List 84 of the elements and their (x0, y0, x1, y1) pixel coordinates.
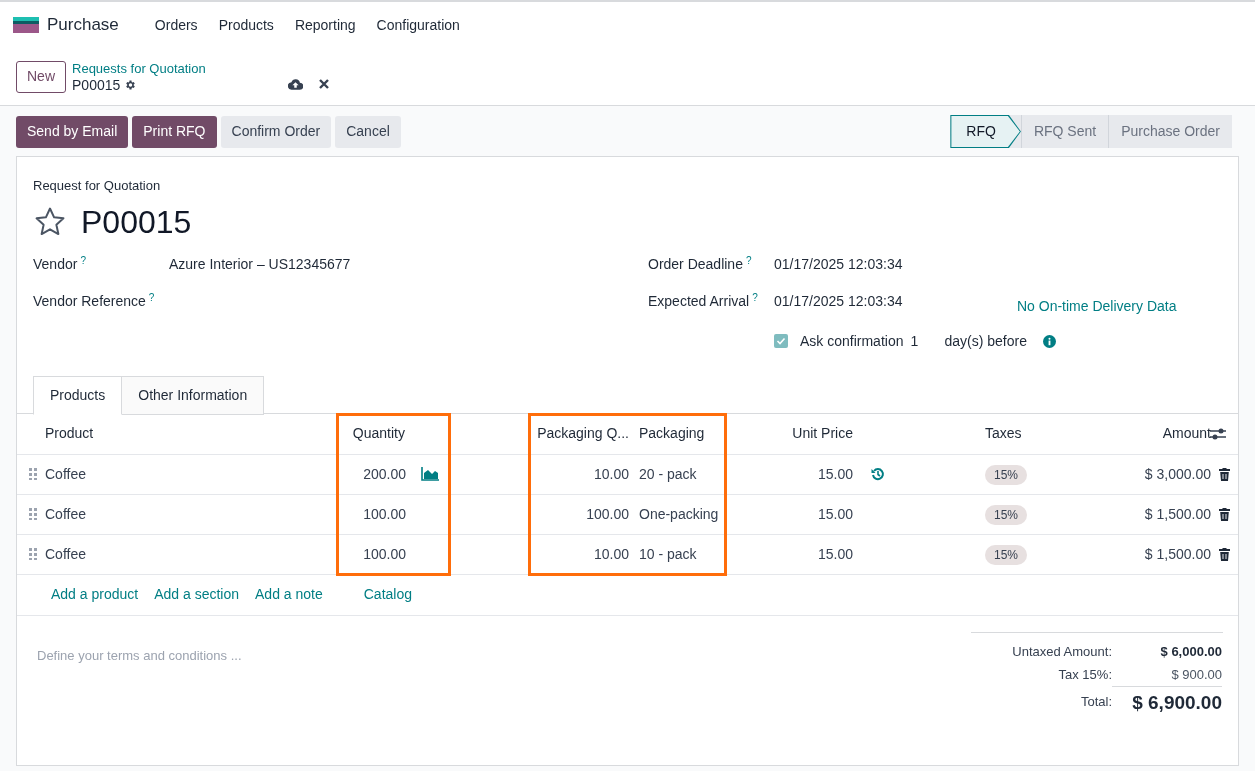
area-chart-icon[interactable] (421, 467, 439, 481)
table-cell-text: 10 - pack (638, 544, 698, 564)
close-icon[interactable] (318, 78, 329, 89)
table-cell-text: 100.00 (363, 504, 406, 524)
column-header[interactable]: Unit Price (727, 423, 855, 444)
column-header[interactable]: Packaging (633, 423, 727, 444)
help-mark[interactable]: ? (148, 291, 155, 303)
form-subtitle: Request for Quotation (33, 177, 162, 195)
drag-handle-icon[interactable] (29, 548, 37, 560)
cloud-upload-icon[interactable] (287, 77, 303, 90)
help-mark[interactable]: ? (745, 254, 752, 266)
on-time-link[interactable]: No On-time Delivery Data (1017, 295, 1177, 317)
column-settings-icon[interactable] (1210, 426, 1226, 441)
table-cell-text: $ 1,500.00 (1143, 504, 1211, 524)
total-value: $ 900.00 (1170, 666, 1222, 685)
add-line-link[interactable]: Add a product (51, 584, 139, 605)
settings-icon[interactable] (124, 79, 137, 91)
action-button[interactable]: Send by Email (16, 115, 129, 148)
app-name[interactable]: Purchase (47, 12, 119, 38)
app-logo-icon[interactable] (13, 17, 39, 33)
menu-item[interactable]: Orders (154, 14, 198, 36)
column-header[interactable]: Product (45, 423, 338, 444)
table-cell-text: 100.00 (585, 504, 630, 524)
trash-icon[interactable] (1219, 547, 1230, 561)
column-header[interactable]: Taxes (975, 423, 1075, 444)
help-mark[interactable]: ? (80, 254, 86, 266)
field-label: Order Deadline $^{?}$ (648, 253, 753, 274)
field-value[interactable]: 01/17/2025 12:03:34 (774, 253, 1017, 275)
table-cell-text: 15.00 (816, 544, 854, 564)
table-cell-text: 100.00 (363, 544, 406, 564)
total-value: $ 6,900.00 (1112, 685, 1222, 718)
table-cell-text: Coffee (45, 544, 87, 564)
record-title: P00015 (81, 202, 192, 242)
checkbox-label[interactable]: Ask confirmation (800, 330, 904, 352)
drag-handle-icon[interactable] (29, 468, 37, 480)
table-cell-text: One-packing (638, 504, 720, 524)
trash-icon[interactable] (1219, 507, 1230, 521)
column-header[interactable]: Packaging Q... (530, 423, 633, 444)
column-header[interactable]: Amount (1075, 423, 1211, 444)
field-label: Expected Arrival $^{?}$ (648, 290, 759, 311)
drag-handle-icon[interactable] (29, 508, 37, 520)
action-button[interactable]: Confirm Order (220, 115, 332, 148)
menu-item[interactable]: Configuration (376, 14, 460, 36)
add-line-link[interactable]: Catalog (363, 584, 412, 605)
table-cell-text: 10.00 (592, 464, 630, 484)
days-suffix: day(s) before (944, 331, 1027, 351)
total-label: Total: (1080, 692, 1112, 711)
info-icon[interactable] (1042, 334, 1056, 348)
add-line-link[interactable]: Add a note (255, 584, 323, 605)
tax-tag: 15% (985, 544, 1028, 565)
trash-icon[interactable] (1219, 467, 1230, 481)
table-cell-text: 10.00 (592, 544, 630, 564)
action-button[interactable]: Cancel (335, 115, 401, 148)
tab[interactable]: Products (33, 375, 123, 415)
total-value: $ 6,000.00 (1159, 643, 1222, 662)
total-label: Tax 15%: (1058, 666, 1112, 685)
history-icon[interactable] (871, 467, 885, 481)
field-value[interactable]: 01/17/2025 12:03:34 (774, 290, 1017, 312)
table-cell-text: $ 3,000.00 (1143, 464, 1211, 484)
field-value[interactable]: Azure Interior – US12345677 (169, 253, 351, 275)
menu-item[interactable]: Reporting (294, 14, 356, 36)
table-cell-text: 20 - pack (638, 464, 698, 484)
tab[interactable]: Other Information (122, 375, 265, 415)
table-cell-text: 200.00 (363, 464, 406, 484)
table-cell-text: Coffee (45, 504, 87, 524)
tax-tag: 15% (985, 504, 1028, 525)
menu-item[interactable]: Products (218, 14, 274, 36)
table-cell-text: 15.00 (816, 504, 854, 524)
status-step[interactable]: RFQ (950, 115, 1021, 148)
column-header[interactable]: Quantity (338, 423, 451, 444)
tax-tag: 15% (985, 464, 1028, 485)
breadcrumb-link[interactable]: Requests for Quotation (72, 59, 206, 77)
table-cell-text: 15.00 (816, 464, 854, 484)
action-button[interactable]: Print RFQ (132, 115, 217, 148)
field-label: Vendor Reference $^{?}$ (33, 290, 156, 311)
days-field[interactable]: 1 (910, 330, 933, 352)
record-name: P00015 (72, 76, 121, 94)
table-cell-text: Coffee (45, 464, 87, 484)
new-button[interactable]: New (16, 60, 66, 93)
field-label: Vendor $^{?}$ (33, 253, 87, 274)
help-mark[interactable]: ? (752, 291, 758, 303)
add-line-link[interactable]: Add a section (154, 584, 239, 605)
total-label: Untaxed Amount: (1012, 643, 1112, 662)
table-cell-text: $ 1,500.00 (1143, 544, 1211, 564)
